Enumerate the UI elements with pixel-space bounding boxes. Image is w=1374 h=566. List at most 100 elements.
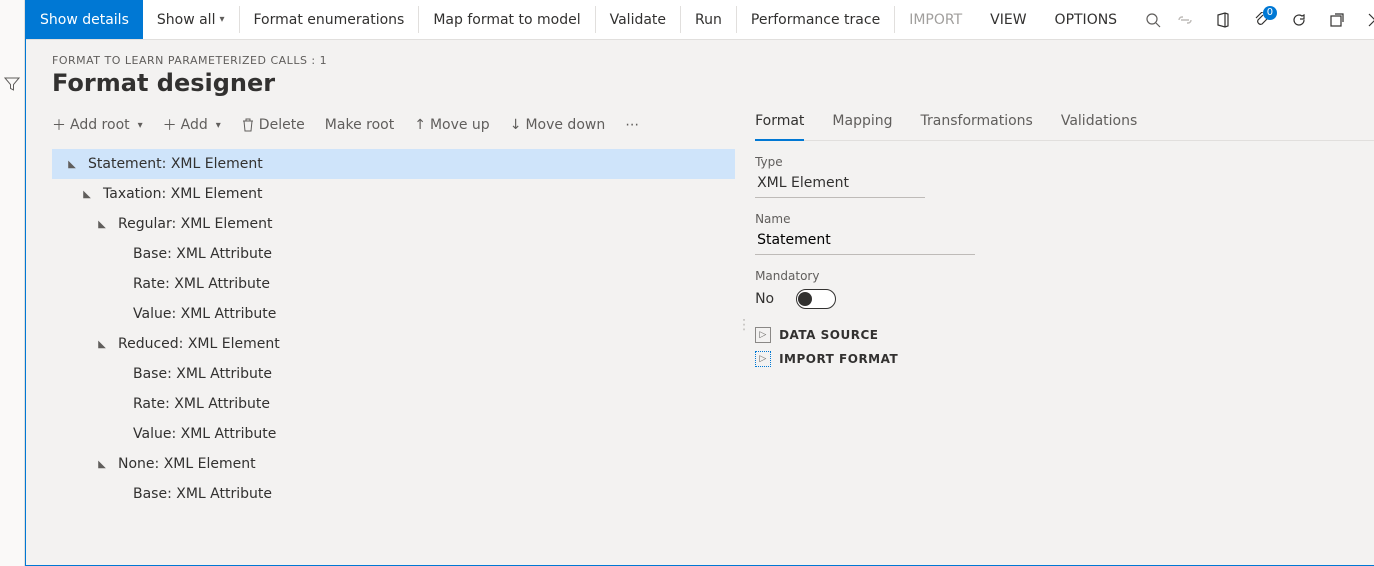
tree-row[interactable]: Rate: XML Attribute (52, 269, 735, 299)
arrow-up-icon: ↑ (414, 117, 426, 133)
tab-format[interactable]: Format (755, 107, 804, 141)
left-rail (0, 0, 25, 566)
page-title: Format designer (52, 69, 1374, 97)
move-up-label: Move up (430, 117, 490, 133)
caret-icon: ◢ (62, 159, 82, 170)
show-all-button[interactable]: Show all▾ (143, 0, 239, 39)
tree-row[interactable]: Rate: XML Attribute (52, 389, 735, 419)
tree-row[interactable]: ◢ Statement: XML Element (52, 149, 735, 179)
tree-row[interactable]: ◢Reduced: XML Element (52, 329, 735, 359)
expand-icon: ▷ (755, 327, 771, 343)
caret-icon: ◢ (77, 189, 97, 200)
type-field: Type XML Element (755, 155, 1374, 198)
details-pane: ⋮ Format Mapping Transformations Validation… (735, 107, 1374, 565)
mandatory-value: No (755, 291, 774, 307)
delete-button[interactable]: Delete (241, 117, 305, 133)
tree-label: Taxation: XML Element (103, 186, 263, 202)
attachment-badge: 0 (1263, 6, 1277, 20)
import-format-section[interactable]: ▷ IMPORT FORMAT (755, 351, 1374, 367)
tree-label: Statement: XML Element (88, 156, 263, 172)
move-down-label: Move down (525, 117, 605, 133)
plus-icon: ＋ (163, 115, 177, 135)
tree-label: Regular: XML Element (118, 216, 273, 232)
close-icon[interactable] (1365, 10, 1374, 30)
plus-icon: ＋ (52, 115, 66, 135)
add-button[interactable]: ＋Add ▾ (163, 115, 221, 135)
tab-transformations[interactable]: Transformations (921, 107, 1033, 141)
mandatory-toggle[interactable] (796, 289, 836, 309)
add-root-label: Add root (70, 117, 130, 133)
tree-pane: ◢ Statement: XML Element ◢ Taxation: XML El… (52, 143, 735, 565)
tree-label: Base: XML Attribute (133, 486, 272, 502)
toggle-knob (798, 292, 812, 306)
tree-row[interactable]: ◢ Regular: XML Element (52, 209, 735, 239)
import-menu[interactable]: IMPORT (895, 0, 976, 39)
chevron-down-icon: ▾ (138, 120, 143, 131)
tree-label: Base: XML Attribute (133, 246, 272, 262)
content-area: FORMAT TO LEARN PARAMETERIZED CALLS : 1 … (26, 40, 1374, 565)
arrow-down-icon: ↓ (510, 117, 522, 133)
move-down-button[interactable]: ↓Move down (510, 117, 606, 133)
add-root-button[interactable]: ＋Add root ▾ (52, 115, 143, 135)
caret-icon: ◢ (92, 459, 112, 470)
tree-label: None: XML Element (118, 456, 256, 472)
delete-label: Delete (259, 117, 305, 133)
view-menu[interactable]: VIEW (976, 0, 1040, 39)
map-format-button[interactable]: Map format to model (419, 0, 594, 39)
caret-icon: ◢ (92, 219, 112, 230)
name-input[interactable] (755, 226, 975, 255)
type-value: XML Element (755, 169, 925, 198)
data-source-label: DATA SOURCE (779, 328, 878, 342)
tree-label: Rate: XML Attribute (133, 396, 270, 412)
action-bar: ＋Add root▾ ＋Add▾ Delete Make root ↑Move … (52, 107, 735, 143)
filter-icon[interactable] (0, 72, 24, 96)
show-all-label: Show all (157, 12, 216, 28)
chevron-down-icon: ▾ (216, 120, 221, 131)
refresh-icon[interactable] (1289, 10, 1309, 30)
tree-label: Value: XML Attribute (133, 306, 276, 322)
toolbar-right-icons: 0 (1175, 0, 1374, 39)
tab-mapping[interactable]: Mapping (832, 107, 892, 141)
make-root-button[interactable]: Make root (325, 117, 394, 133)
tree-label: Value: XML Attribute (133, 426, 276, 442)
mandatory-field: Mandatory No (755, 269, 1374, 309)
tree-row[interactable]: Value: XML Attribute (52, 299, 735, 329)
tree-row[interactable]: Value: XML Attribute (52, 419, 735, 449)
options-menu[interactable]: OPTIONS (1041, 0, 1132, 39)
tree-row[interactable]: ◢ Taxation: XML Element (52, 179, 735, 209)
run-button[interactable]: Run (681, 0, 736, 39)
chevron-down-icon: ▾ (219, 14, 224, 25)
office-icon[interactable] (1213, 10, 1233, 30)
show-details-button[interactable]: Show details (26, 0, 143, 39)
tree-row[interactable]: ◢ None: XML Element (52, 449, 735, 479)
popout-icon[interactable] (1327, 10, 1347, 30)
search-button[interactable] (1131, 0, 1175, 39)
link-icon[interactable] (1175, 10, 1195, 30)
attachment-icon[interactable]: 0 (1251, 10, 1271, 30)
move-up-button[interactable]: ↑Move up (414, 117, 490, 133)
format-enumerations-button[interactable]: Format enumerations (240, 0, 419, 39)
tree-row[interactable]: Base: XML Attribute (52, 479, 735, 509)
type-label: Type (755, 155, 1374, 169)
tree-row[interactable]: Base: XML Attribute (52, 239, 735, 269)
expand-icon: ▷ (755, 351, 771, 367)
more-actions-button[interactable]: ⋯ (625, 117, 641, 133)
drag-handle[interactable]: ⋮ (741, 317, 747, 333)
name-field: Name (755, 212, 1374, 255)
breadcrumb: FORMAT TO LEARN PARAMETERIZED CALLS : 1 (52, 54, 1374, 67)
trash-icon (241, 118, 255, 132)
tree-row[interactable]: Base: XML Attribute (52, 359, 735, 389)
caret-icon: ◢ (92, 339, 112, 350)
add-label: Add (181, 117, 208, 133)
search-icon (1145, 12, 1161, 28)
tab-validations[interactable]: Validations (1061, 107, 1137, 141)
mandatory-label: Mandatory (755, 269, 1374, 283)
tree-label: Rate: XML Attribute (133, 276, 270, 292)
validate-button[interactable]: Validate (596, 0, 680, 39)
main-area: Show details Show all▾ Format enumeratio… (25, 0, 1374, 566)
import-format-label: IMPORT FORMAT (779, 352, 898, 366)
top-toolbar: Show details Show all▾ Format enumeratio… (26, 0, 1374, 40)
tree-label: Base: XML Attribute (133, 366, 272, 382)
performance-trace-button[interactable]: Performance trace (737, 0, 894, 39)
data-source-section[interactable]: ▷ DATA SOURCE (755, 327, 1374, 343)
